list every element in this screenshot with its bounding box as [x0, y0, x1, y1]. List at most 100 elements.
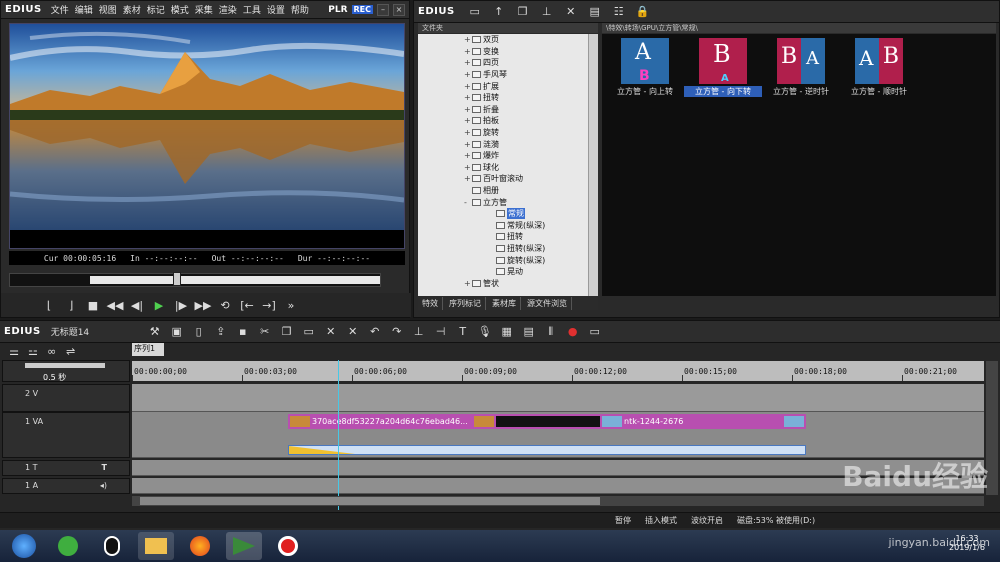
expander-icon[interactable]: +: [464, 35, 472, 44]
qq-icon[interactable]: [94, 532, 130, 560]
mic-icon[interactable]: 🎙: [477, 324, 493, 340]
ripple-delete-icon[interactable]: ✕: [323, 324, 339, 340]
expander-icon[interactable]: +: [464, 128, 472, 137]
player-scrub-bar[interactable]: [9, 272, 381, 287]
expander-icon[interactable]: +: [464, 174, 472, 183]
more-icon[interactable]: »: [283, 297, 299, 313]
plr-mode-button[interactable]: PLR: [328, 5, 347, 15]
firefox-icon[interactable]: [182, 532, 218, 560]
redo-icon[interactable]: ↷: [389, 324, 405, 340]
link-icon[interactable]: ∞: [44, 343, 60, 359]
minimize-button[interactable]: –: [377, 3, 389, 16]
tree-item[interactable]: + 四页: [418, 57, 598, 69]
tree-item[interactable]: + 拍板: [418, 115, 598, 127]
up-folder-icon[interactable]: ↑: [491, 4, 507, 20]
tree-item[interactable]: + 双页: [418, 34, 598, 46]
tree-item[interactable]: 扭转(纵深): [418, 243, 598, 255]
track-header-1a[interactable]: 1 A ◂): [2, 478, 130, 494]
title-icon[interactable]: T: [455, 324, 471, 340]
status-ripple[interactable]: 波纹开启: [691, 515, 723, 526]
loop-icon[interactable]: ⟲: [217, 297, 233, 313]
menu-file[interactable]: 文件: [50, 3, 70, 16]
tab-source-browser[interactable]: 源文件浏览: [523, 296, 572, 310]
menu-help[interactable]: 帮助: [290, 3, 310, 16]
delete-icon[interactable]: ✕: [563, 4, 579, 20]
effect-cube-ccw[interactable]: BA 立方管 - 逆时针: [762, 38, 840, 97]
step-back-icon[interactable]: ◀|: [129, 297, 145, 313]
rewind-icon[interactable]: ◀◀: [107, 297, 124, 313]
tree-item[interactable]: 晃动: [418, 266, 598, 278]
track-tool-icon[interactable]: ⚌: [6, 343, 22, 359]
expander-icon[interactable]: +: [464, 93, 472, 102]
tree-item[interactable]: - 立方管: [418, 196, 598, 208]
tree-scrollbar[interactable]: [588, 34, 598, 296]
expander-icon[interactable]: +: [464, 82, 472, 91]
rec-mode-button[interactable]: REC: [351, 5, 373, 14]
expander-icon[interactable]: +: [464, 151, 472, 160]
expander-icon[interactable]: +: [464, 105, 472, 114]
mode-icon[interactable]: ⚒: [147, 324, 163, 340]
track-tool-icon[interactable]: ⚍: [25, 343, 41, 359]
effect-cube-down[interactable]: BA 立方管 - 向下转: [684, 38, 762, 97]
tree-item[interactable]: + 变换: [418, 46, 598, 58]
tree-item[interactable]: + 折叠: [418, 104, 598, 116]
properties-icon[interactable]: ▤: [587, 4, 603, 20]
timeline-scrollbar[interactable]: [132, 496, 984, 506]
sequence-tab[interactable]: 序列1: [132, 343, 164, 356]
status-insert-mode[interactable]: 插入模式: [645, 515, 677, 526]
menu-render[interactable]: 渲染: [218, 3, 238, 16]
tree-item[interactable]: 相册: [418, 185, 598, 197]
expander-icon[interactable]: +: [464, 279, 472, 288]
tree-item[interactable]: + 扩展: [418, 80, 598, 92]
track-lane-2v[interactable]: [132, 384, 984, 412]
menu-capture[interactable]: 采集: [194, 3, 214, 16]
tab-sequence-markers[interactable]: 序列标记: [445, 296, 486, 310]
set-out-icon[interactable]: ⌋: [63, 297, 79, 313]
render-icon[interactable]: ▦: [499, 324, 515, 340]
effect-cube-cw[interactable]: AB 立方管 - 顺时针: [840, 38, 918, 97]
trim-icon[interactable]: ⊣: [433, 324, 449, 340]
play-icon[interactable]: ▶: [151, 297, 167, 313]
folder-icon[interactable]: ▭: [467, 4, 483, 20]
apply-icon[interactable]: ⊥: [539, 4, 555, 20]
edius-icon[interactable]: [226, 532, 262, 560]
menu-tools[interactable]: 工具: [242, 3, 262, 16]
view-mode-icon[interactable]: ☷: [611, 4, 627, 20]
tree-item[interactable]: + 涟漪: [418, 138, 598, 150]
start-button-icon[interactable]: [6, 532, 42, 560]
layout-icon[interactable]: ▭: [587, 324, 603, 340]
sync-icon[interactable]: ⇌: [63, 343, 79, 359]
tree-item[interactable]: 常规(纵深): [418, 220, 598, 232]
save-icon[interactable]: ▪: [235, 324, 251, 340]
browser-360-icon[interactable]: [50, 532, 86, 560]
overwrite-icon[interactable]: →]: [261, 297, 277, 313]
menu-mode[interactable]: 模式: [170, 3, 190, 16]
cut-icon[interactable]: ✂: [257, 324, 273, 340]
delete-clip-icon[interactable]: ✕: [345, 324, 361, 340]
expander-icon[interactable]: +: [464, 70, 472, 79]
menu-view[interactable]: 视图: [98, 3, 118, 16]
zoom-value[interactable]: 0.5 秒: [43, 372, 66, 383]
tree-item[interactable]: + 管状: [418, 277, 598, 289]
copy-clip-icon[interactable]: ❐: [279, 324, 295, 340]
open-icon[interactable]: ⇪: [213, 324, 229, 340]
tree-item[interactable]: + 爆炸: [418, 150, 598, 162]
tree-item[interactable]: + 手风琴: [418, 69, 598, 81]
tree-item[interactable]: 旋转(纵深): [418, 254, 598, 266]
expander-icon[interactable]: +: [464, 163, 472, 172]
set-in-icon[interactable]: ⌊: [41, 297, 57, 313]
tree-item[interactable]: + 旋转: [418, 127, 598, 139]
zoom-slider[interactable]: [25, 363, 105, 368]
time-ruler[interactable]: 00:00:00;00 00:00:03;00 00:00:06;00 00:00:0…: [132, 361, 984, 381]
scrub-handle[interactable]: [173, 272, 182, 286]
menu-marker[interactable]: 标记: [146, 3, 166, 16]
step-forward-icon[interactable]: |▶: [173, 297, 189, 313]
record-icon[interactable]: ●: [565, 324, 581, 340]
track-header-1va[interactable]: 1 VA: [2, 412, 130, 458]
expander-icon[interactable]: +: [464, 58, 472, 67]
menu-edit[interactable]: 编辑: [74, 3, 94, 16]
track-header-1t[interactable]: 1 TT: [2, 460, 130, 476]
lock-icon[interactable]: 🔒: [635, 4, 651, 20]
menu-clip[interactable]: 素材: [122, 3, 142, 16]
copy-icon[interactable]: ❐: [515, 4, 531, 20]
